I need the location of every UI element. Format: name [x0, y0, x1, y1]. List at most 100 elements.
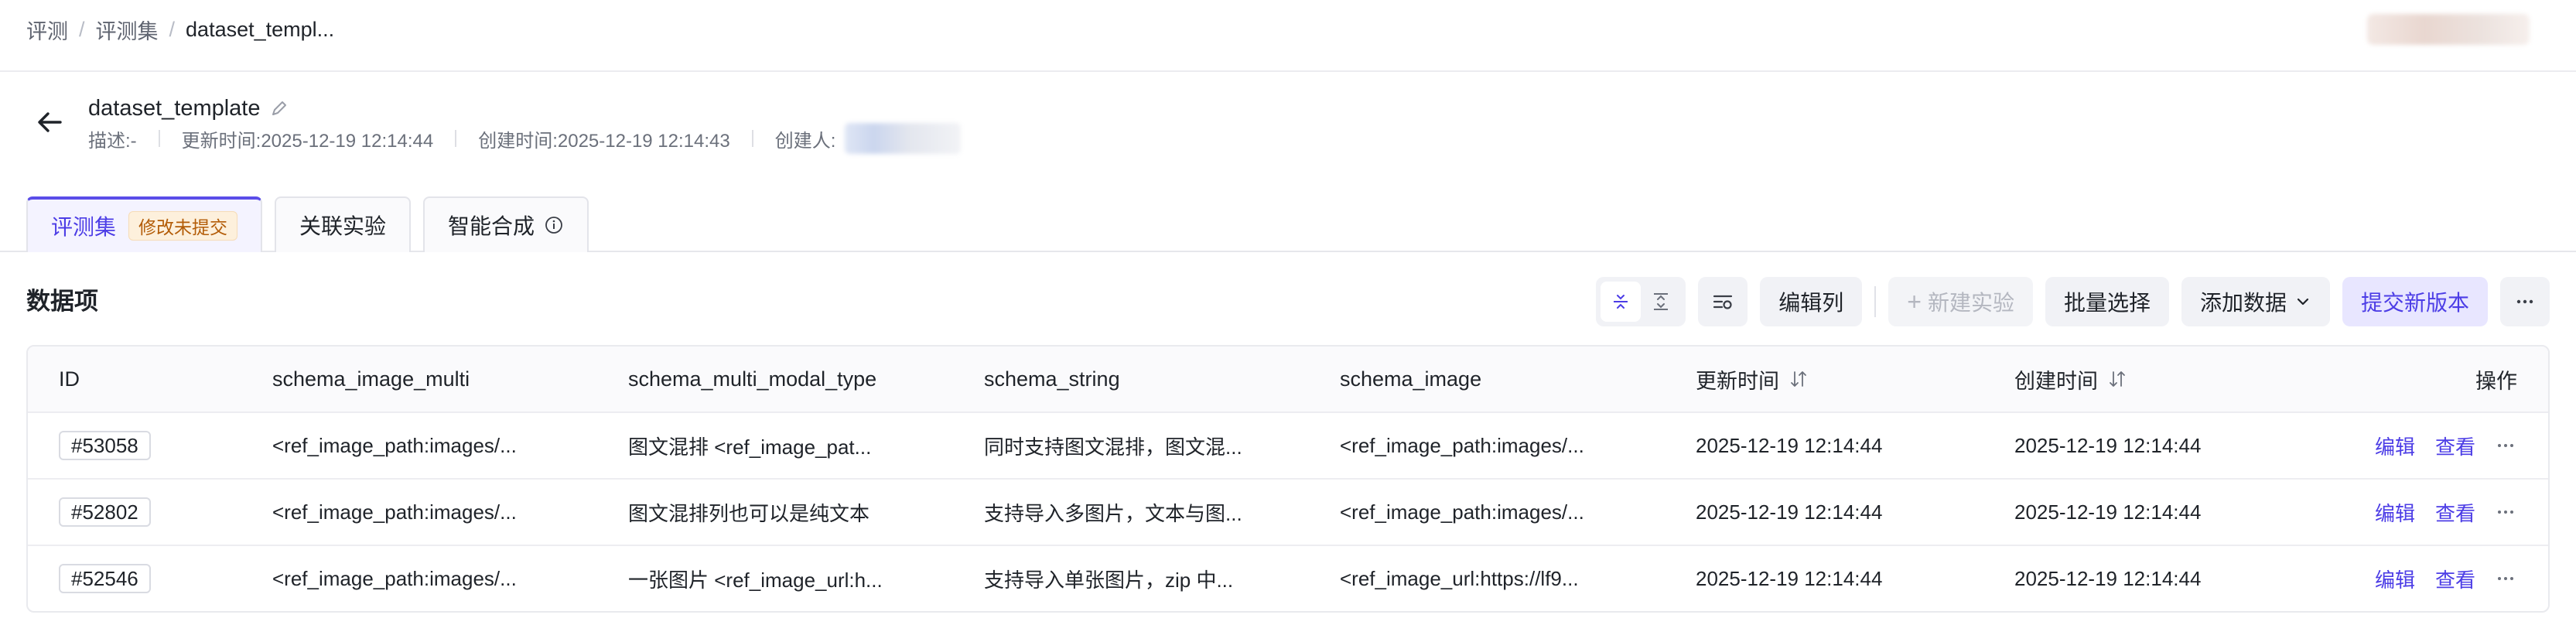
- row-view-link[interactable]: 查看: [2435, 565, 2475, 593]
- row-actions: 编辑 查看: [2302, 565, 2548, 593]
- table-row[interactable]: #53058 <ref_image_path:images/... 图文混排 <…: [28, 411, 2548, 478]
- updated-time-label: 更新时间: [1696, 369, 1779, 393]
- column-header-schema-string: schema_string: [984, 367, 1120, 391]
- breadcrumb-separator: /: [79, 17, 85, 41]
- row-image-multi: <ref_image_path:images/...: [272, 566, 517, 590]
- info-icon[interactable]: [544, 215, 564, 235]
- row-string: 支持导入单张图片，zip 中...: [984, 568, 1234, 592]
- back-arrow-icon[interactable]: [34, 107, 65, 138]
- tab-related-experiments-label: 关联实验: [299, 214, 387, 238]
- dataset-title: dataset_template: [88, 93, 289, 124]
- row-image: <ref_image_path:images/...: [1340, 433, 1584, 457]
- meta-creator: 创建人:: [775, 123, 962, 154]
- row-updated-time: 2025-12-19 12:14:44: [1696, 500, 1883, 524]
- row-id-tag: #52802: [59, 497, 151, 527]
- row-created-time: 2025-12-19 12:14:44: [2014, 500, 2202, 524]
- collapse-icon: [1614, 295, 1628, 309]
- meta-divider: [158, 130, 160, 147]
- expand-rows-button[interactable]: [1641, 282, 1681, 322]
- dataset-title-text: dataset_template: [88, 95, 261, 121]
- row-multi-modal: 图文混排 <ref_image_pat...: [628, 435, 872, 459]
- collapse-rows-button[interactable]: [1601, 282, 1642, 322]
- tab-evalset[interactable]: 评测集 修改未提交: [26, 196, 263, 252]
- section-title: 数据项: [26, 288, 98, 315]
- row-multi-modal: 一张图片 <ref_image_url:h...: [628, 568, 883, 592]
- new-experiment-button[interactable]: + 新建实验: [1888, 277, 2033, 326]
- top-bar: 评测 / 评测集 / dataset_templ...: [0, 0, 2576, 72]
- unsubmitted-badge: 修改未提交: [128, 211, 238, 241]
- row-more-icon[interactable]: [2494, 567, 2517, 590]
- tab-related-experiments[interactable]: 关联实验: [275, 196, 412, 252]
- row-id-cell: #53058: [28, 431, 241, 460]
- column-header-id: ID: [59, 367, 80, 391]
- row-image-multi: <ref_image_path:images/...: [272, 500, 517, 524]
- breadcrumb-item-eval[interactable]: 评测: [26, 15, 68, 45]
- row-image-multi: <ref_image_path:images/...: [272, 433, 517, 457]
- dataset-meta: 描述:- 更新时间:2025-12-19 12:14:44 创建时间:2025-…: [88, 123, 962, 154]
- row-view-link[interactable]: 查看: [2435, 498, 2475, 527]
- tab-smart-synthesis-label: 智能合成: [448, 214, 535, 238]
- plus-icon: +: [1907, 288, 1922, 316]
- edit-columns-button[interactable]: 编辑列: [1760, 277, 1863, 326]
- table-row[interactable]: #52546 <ref_image_path:images/... 一张图片 <…: [28, 545, 2548, 611]
- row-edit-link[interactable]: 编辑: [2375, 498, 2415, 527]
- meta-description: 描述:-: [88, 130, 137, 152]
- row-actions: 编辑 查看: [2302, 432, 2548, 460]
- sort-icon[interactable]: [1789, 369, 1809, 389]
- breadcrumb-current: dataset_templ...: [186, 17, 335, 41]
- column-header-schema-multi-modal-type: schema_multi_modal_type: [628, 367, 877, 391]
- data-toolbar: 编辑列 + 新建实验 批量选择 添加数据 提交新版本: [1596, 277, 2550, 326]
- tab-evalset-label: 评测集: [51, 215, 117, 239]
- row-more-icon[interactable]: [2494, 500, 2517, 524]
- tab-smart-synthesis[interactable]: 智能合成: [423, 196, 589, 252]
- row-updated-time: 2025-12-19 12:14:44: [1696, 433, 1883, 457]
- row-density-toggle: [1596, 277, 1686, 326]
- filter-settings-button[interactable]: [1698, 277, 1748, 326]
- column-header-updated-time[interactable]: 更新时间: [1665, 364, 1983, 394]
- created-time-label: 创建时间: [2014, 369, 2098, 393]
- row-more-icon[interactable]: [2494, 434, 2517, 457]
- user-avatar-blurred[interactable]: [2367, 14, 2530, 45]
- data-table: ID schema_image_multi schema_multi_modal…: [26, 345, 2550, 613]
- add-data-label: 添加数据: [2199, 291, 2287, 315]
- row-image: <ref_image_path:images/...: [1340, 500, 1584, 524]
- creator-avatar-blurred: [845, 123, 962, 154]
- chevron-down-icon: [2297, 298, 2309, 306]
- meta-divider: [455, 130, 457, 147]
- new-experiment-label: 新建实验: [1927, 291, 2014, 315]
- expand-icon: [1654, 293, 1669, 310]
- row-image: <ref_image_url:https://lf9...: [1340, 566, 1579, 590]
- row-actions: 编辑 查看: [2302, 498, 2548, 527]
- meta-creator-label: 创建人:: [774, 130, 836, 152]
- row-id-cell: #52802: [28, 497, 241, 527]
- edit-pencil-icon[interactable]: [269, 98, 289, 118]
- table-header-row: ID schema_image_multi schema_multi_modal…: [28, 347, 2548, 411]
- table-row[interactable]: #52802 <ref_image_path:images/... 图文混排列也…: [28, 478, 2548, 545]
- toolbar-divider: [1874, 286, 1877, 317]
- row-multi-modal: 图文混排列也可以是纯文本: [628, 501, 870, 525]
- column-header-created-time[interactable]: 创建时间: [1983, 364, 2302, 394]
- row-created-time: 2025-12-19 12:14:44: [2014, 433, 2202, 457]
- sort-icon[interactable]: [2107, 369, 2127, 389]
- row-edit-link[interactable]: 编辑: [2375, 432, 2415, 460]
- row-view-link[interactable]: 查看: [2435, 432, 2475, 460]
- breadcrumb: 评测 / 评测集 / dataset_templ...: [26, 15, 334, 43]
- batch-select-button[interactable]: 批量选择: [2045, 277, 2169, 326]
- tab-bar: 评测集 修改未提交 关联实验 智能合成: [26, 196, 601, 252]
- submit-version-button[interactable]: 提交新版本: [2342, 277, 2488, 326]
- meta-divider: [751, 130, 753, 147]
- row-edit-link[interactable]: 编辑: [2375, 565, 2415, 593]
- breadcrumb-item-evalset[interactable]: 评测集: [96, 15, 159, 45]
- more-options-button[interactable]: [2500, 277, 2550, 326]
- meta-updated-time: 更新时间:2025-12-19 12:14:44: [181, 130, 434, 152]
- row-string: 同时支持图文混排，图文混...: [984, 435, 1242, 459]
- column-header-schema-image-multi: schema_image_multi: [272, 367, 470, 391]
- row-updated-time: 2025-12-19 12:14:44: [1696, 566, 1883, 590]
- add-data-button[interactable]: 添加数据: [2181, 277, 2330, 326]
- row-created-time: 2025-12-19 12:14:44: [2014, 566, 2202, 590]
- more-horizontal-icon: [2516, 299, 2533, 304]
- row-id-tag: #52546: [59, 564, 151, 593]
- column-header-actions: 操作: [2475, 369, 2517, 393]
- filter-settings-icon: [1713, 295, 1733, 309]
- row-string: 支持导入多图片，文本与图...: [984, 501, 1242, 525]
